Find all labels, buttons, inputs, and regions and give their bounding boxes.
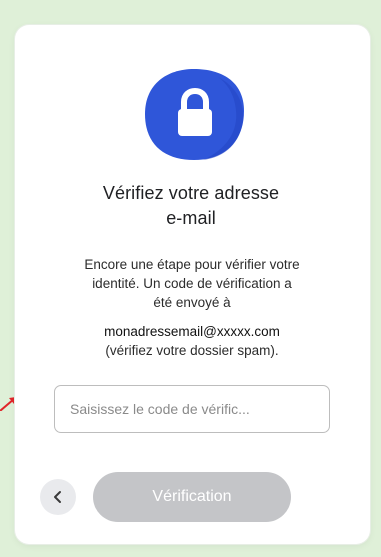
dialog-title-line: e-mail xyxy=(166,208,216,228)
description-line: identité. Un code de vérification a xyxy=(92,276,292,291)
back-button[interactable] xyxy=(40,479,76,515)
dialog-title: Vérifiez votre adresse e-mail xyxy=(53,181,329,231)
verify-button[interactable]: Vérification xyxy=(93,472,291,522)
description-line: Encore une étape pour vérifier votre xyxy=(84,257,300,272)
chevron-left-icon xyxy=(54,491,61,503)
verification-code-input[interactable] xyxy=(54,385,330,433)
description-line: été envoyé à xyxy=(153,295,231,310)
dialog-description: Encore une étape pour vérifier votre ide… xyxy=(47,255,337,312)
lock-icon xyxy=(143,67,246,162)
verification-card: Vérifiez votre adresse e-mail Encore une… xyxy=(15,25,370,544)
spam-note: (vérifiez votre dossier spam). xyxy=(105,343,279,358)
page-background: Vérifiez votre adresse e-mail Encore une… xyxy=(0,0,381,557)
dialog-title-line: Vérifiez votre adresse xyxy=(102,183,280,203)
email-address: monadressemail@xxxxx.com xyxy=(104,324,280,339)
